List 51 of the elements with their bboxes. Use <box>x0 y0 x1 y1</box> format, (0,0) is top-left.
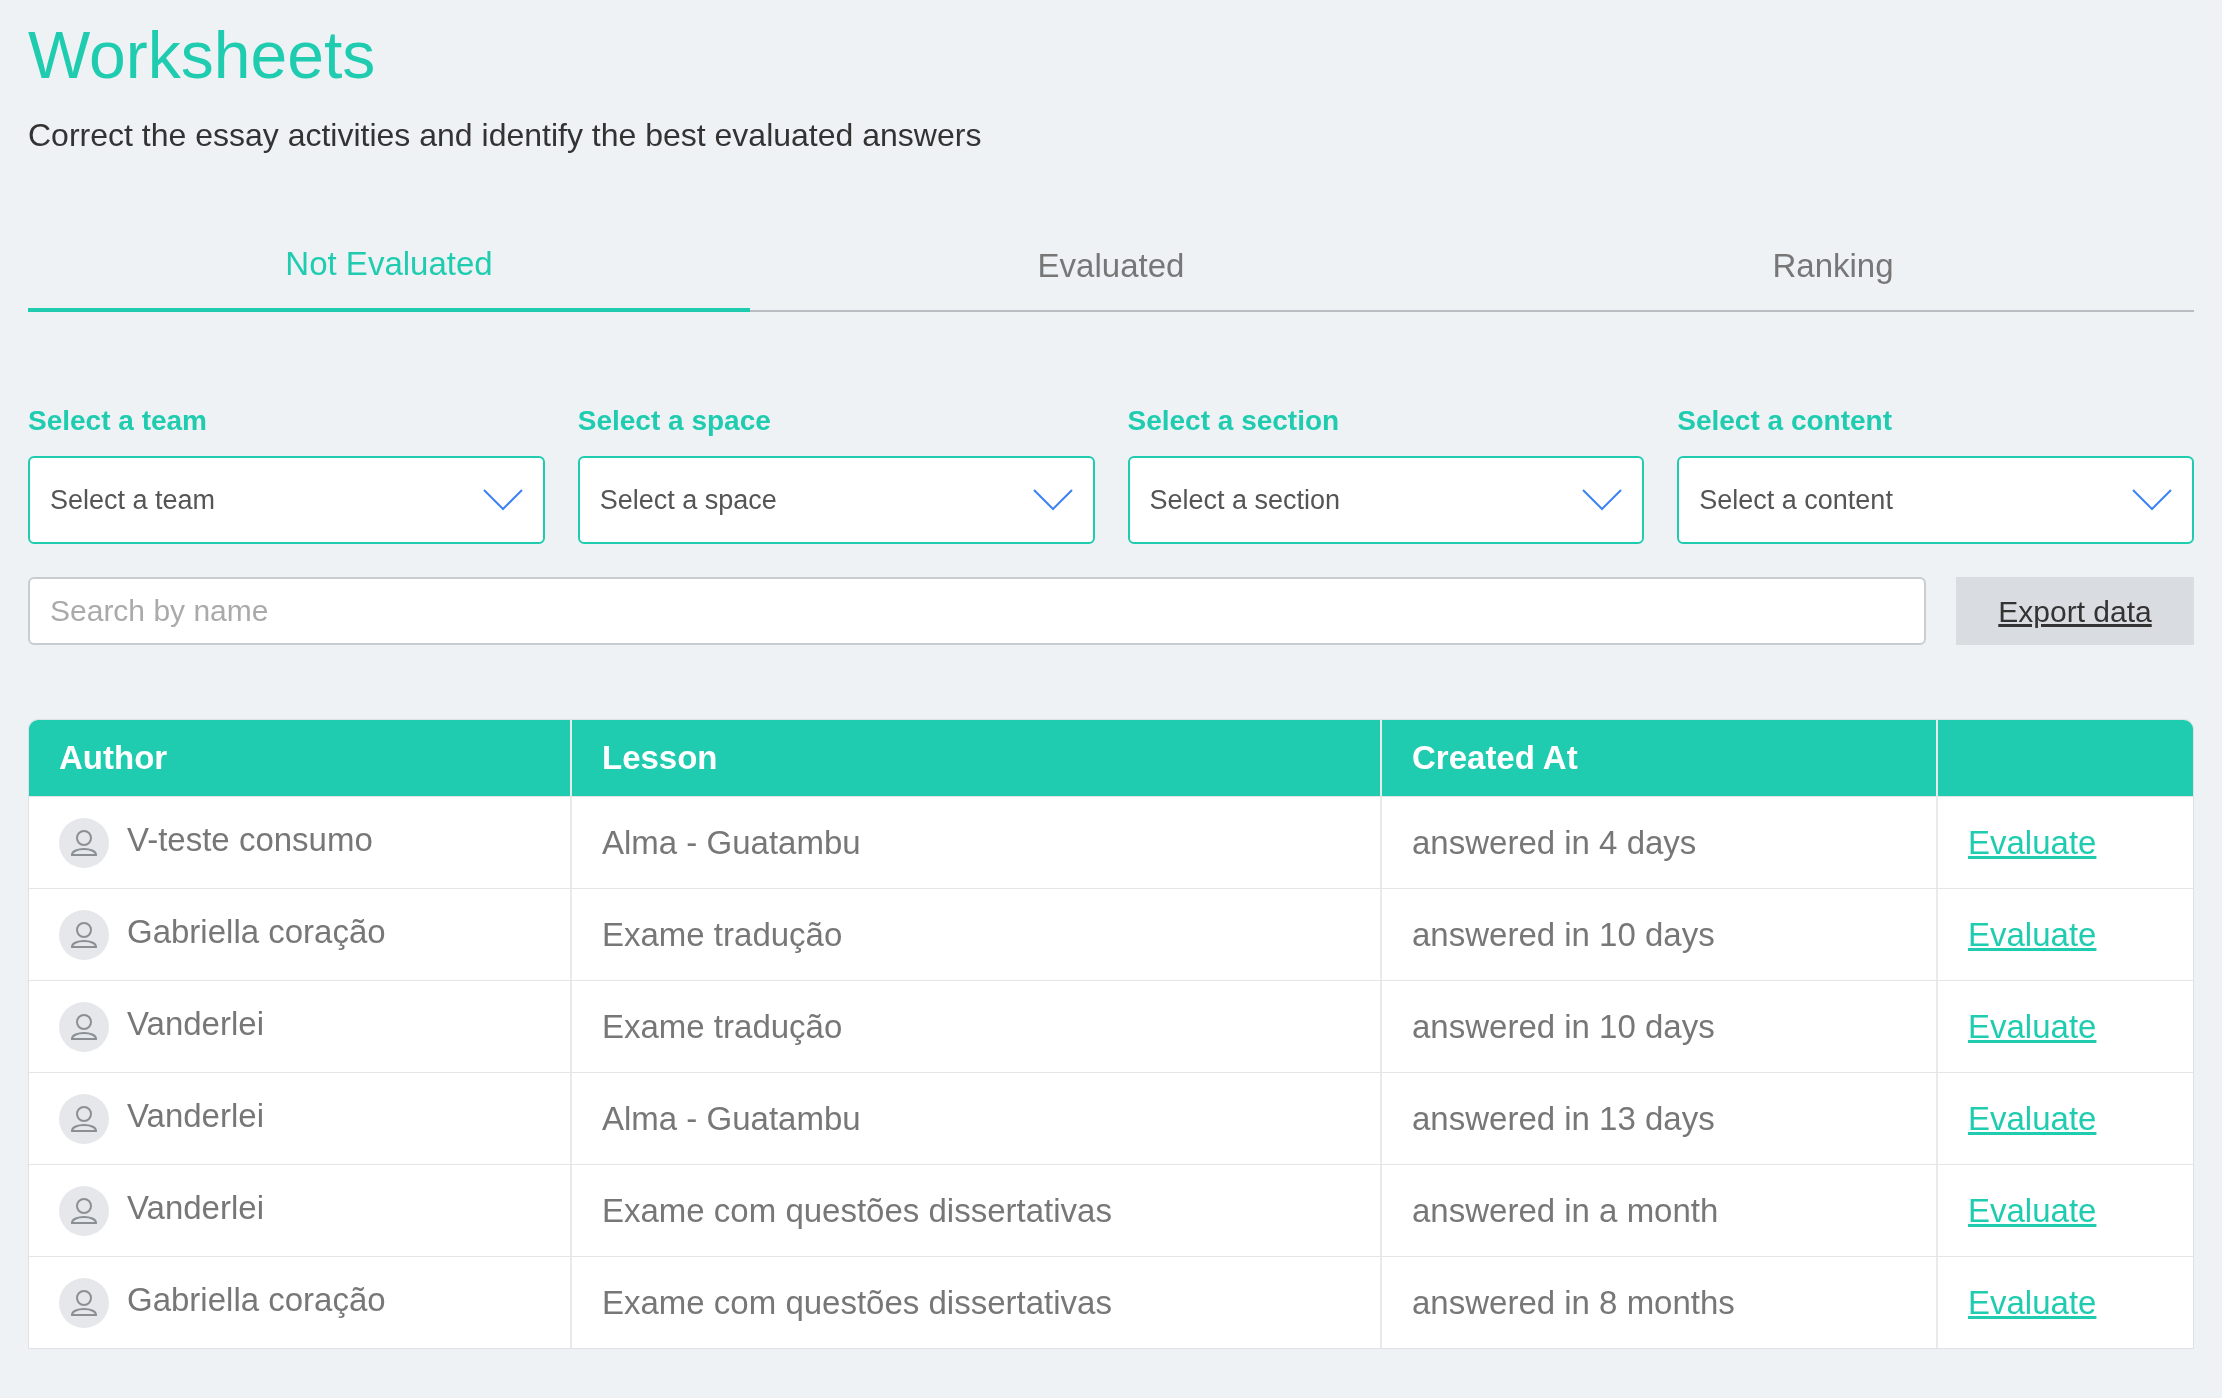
lesson-name: Alma - Guatambu <box>602 1098 861 1139</box>
evaluate-link[interactable]: Evaluate <box>1968 1185 2097 1236</box>
tab[interactable]: Evaluated <box>750 240 1472 312</box>
created-at: answered in 4 days <box>1412 822 1697 863</box>
lesson-name: Exame com questões dissertativas <box>602 1282 1112 1323</box>
export-data-button[interactable]: Export data <box>1956 577 2194 645</box>
page-title: Worksheets <box>28 17 377 94</box>
created-at: answered in 8 months <box>1412 1282 1735 1323</box>
evaluate-link[interactable]: Evaluate <box>1968 817 2097 868</box>
chevron-down-icon <box>482 489 523 511</box>
select-dropdown[interactable]: Select a content <box>1677 456 2194 544</box>
created-at: answered in 10 days <box>1412 914 1715 955</box>
created-at: answered in 10 days <box>1412 1006 1715 1047</box>
author-name: Gabriella coração <box>127 1279 386 1320</box>
lesson-name: Alma - Guatambu <box>602 822 861 863</box>
page-subtitle: Correct the essay activities and identify the best evaluated answers <box>28 115 983 155</box>
tab[interactable]: Ranking <box>1472 240 2194 312</box>
author-name: Vanderlei <box>127 1187 264 1228</box>
author-name: Vanderlei <box>127 1003 264 1044</box>
evaluate-link[interactable]: Evaluate <box>1968 1093 2097 1144</box>
user-avatar-icon <box>59 1277 109 1328</box>
lesson-name: Exame com questões dissertativas <box>602 1190 1112 1231</box>
evaluate-link[interactable]: Evaluate <box>1968 1277 2097 1328</box>
lesson-name: Exame tradução <box>602 914 843 955</box>
filter-label: Select a content <box>1677 404 1893 438</box>
search-field[interactable]: Search by name <box>28 577 1926 645</box>
select-dropdown[interactable]: Select a section <box>1127 456 1645 544</box>
evaluate-link[interactable]: Evaluate <box>1968 909 2097 960</box>
filter-label: Select a section <box>1127 404 1341 438</box>
user-avatar-icon <box>59 909 109 960</box>
select-dropdown[interactable]: Select a team <box>28 456 545 544</box>
lesson-name: Exame tradução <box>602 1006 843 1047</box>
created-at: answered in 13 days <box>1412 1098 1715 1139</box>
chevron-down-icon <box>2132 489 2172 511</box>
column-header: Author <box>59 738 168 779</box>
evaluate-link[interactable]: Evaluate <box>1968 1001 2097 1052</box>
author-name: V-teste consumo <box>127 819 373 860</box>
select-dropdown[interactable]: Select a space <box>577 456 1095 544</box>
user-avatar-icon <box>59 1185 109 1236</box>
column-header: Lesson <box>602 738 718 779</box>
filter-label: Select a team <box>28 404 208 438</box>
author-name: Gabriella coração <box>127 911 386 952</box>
filter-label: Select a space <box>577 404 772 438</box>
chevron-down-icon <box>1032 489 1073 511</box>
column-header: Created At <box>1412 738 1578 779</box>
author-name: Vanderlei <box>127 1095 264 1136</box>
created-at: answered in a month <box>1412 1190 1719 1231</box>
user-avatar-icon <box>59 1001 109 1052</box>
user-avatar-icon <box>59 1093 109 1144</box>
user-avatar-icon <box>59 817 109 868</box>
chevron-down-icon <box>1582 489 1623 511</box>
